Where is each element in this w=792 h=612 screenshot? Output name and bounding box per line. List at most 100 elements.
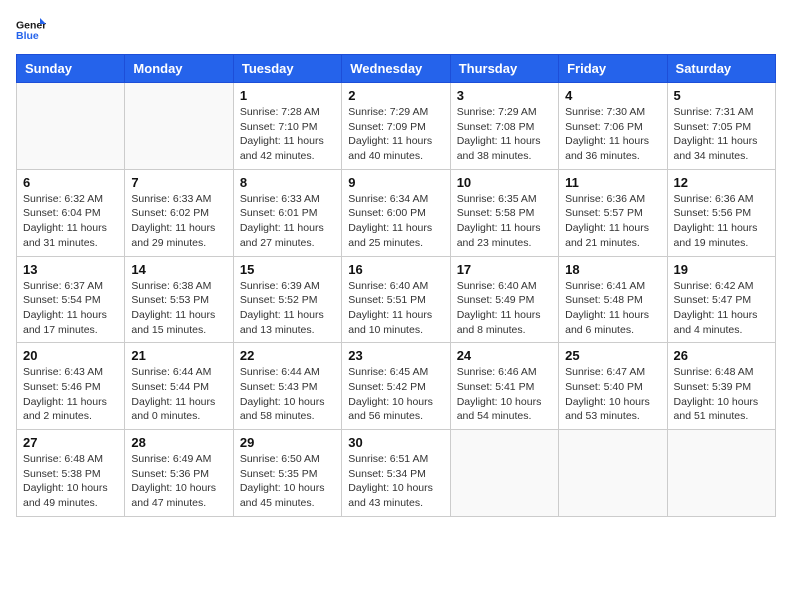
day-info: Sunrise: 7:28 AM Sunset: 7:10 PM Dayligh… (240, 105, 335, 164)
calendar-cell: 29Sunrise: 6:50 AM Sunset: 5:35 PM Dayli… (233, 430, 341, 517)
calendar-table: SundayMondayTuesdayWednesdayThursdayFrid… (16, 54, 776, 517)
weekday-header-saturday: Saturday (667, 55, 775, 83)
day-number: 20 (23, 348, 118, 363)
calendar-cell: 19 Sunrise: 6:42 AM Sunset: 5:47 PM Dayli… (667, 256, 775, 343)
day-number: 7 (131, 175, 226, 190)
day-info: Sunrise: 6:39 AM Sunset: 5:52 PM Dayligh… (240, 279, 335, 338)
calendar-cell (17, 83, 125, 170)
day-number: 5 (674, 88, 769, 103)
day-number: 11 (565, 175, 660, 190)
day-number: 1 (240, 88, 335, 103)
day-number: 22 (240, 348, 335, 363)
calendar-cell: 21 Sunrise: 6:44 AM Sunset: 5:44 PM Dayli… (125, 343, 233, 430)
day-info: Sunrise: 6:48 AM Sunset: 5:38 PM Dayligh… (23, 452, 118, 511)
day-info: Sunrise: 6:51 AM Sunset: 5:34 PM Dayligh… (348, 452, 443, 511)
day-info: Sunrise: 7:29 AM Sunset: 7:09 PM Dayligh… (348, 105, 443, 164)
day-number: 9 (348, 175, 443, 190)
weekday-header-sunday: Sunday (17, 55, 125, 83)
day-info: Sunrise: 6:37 AM Sunset: 5:54 PM Dayligh… (23, 279, 118, 338)
calendar-cell (450, 430, 558, 517)
weekday-header-wednesday: Wednesday (342, 55, 450, 83)
day-info: Sunrise: 6:41 AM Sunset: 5:48 PM Dayligh… (565, 279, 660, 338)
day-number: 19 (674, 262, 769, 277)
calendar-week-row: 13 Sunrise: 6:37 AM Sunset: 5:54 PM Dayli… (17, 256, 776, 343)
day-info: Sunrise: 6:48 AM Sunset: 5:39 PM Dayligh… (674, 365, 769, 424)
page-header: General Blue (16, 16, 776, 44)
calendar-cell: 7 Sunrise: 6:33 AM Sunset: 6:02 PM Daylig… (125, 169, 233, 256)
calendar-week-row: 20 Sunrise: 6:43 AM Sunset: 5:46 PM Dayli… (17, 343, 776, 430)
day-info: Sunrise: 7:29 AM Sunset: 7:08 PM Dayligh… (457, 105, 552, 164)
day-number: 27 (23, 435, 118, 450)
day-info: Sunrise: 6:50 AM Sunset: 5:35 PM Dayligh… (240, 452, 335, 511)
day-number: 25 (565, 348, 660, 363)
calendar-cell (125, 83, 233, 170)
calendar-cell: 26 Sunrise: 6:48 AM Sunset: 5:39 PM Dayli… (667, 343, 775, 430)
weekday-header-monday: Monday (125, 55, 233, 83)
calendar-cell: 18 Sunrise: 6:41 AM Sunset: 5:48 PM Dayli… (559, 256, 667, 343)
calendar-cell: 5 Sunrise: 7:31 AM Sunset: 7:05 PM Daylig… (667, 83, 775, 170)
day-number: 13 (23, 262, 118, 277)
calendar-cell: 3 Sunrise: 7:29 AM Sunset: 7:08 PM Daylig… (450, 83, 558, 170)
day-number: 26 (674, 348, 769, 363)
day-info: Sunrise: 6:38 AM Sunset: 5:53 PM Dayligh… (131, 279, 226, 338)
calendar-cell: 20 Sunrise: 6:43 AM Sunset: 5:46 PM Dayli… (17, 343, 125, 430)
day-info: Sunrise: 6:49 AM Sunset: 5:36 PM Dayligh… (131, 452, 226, 511)
day-info: Sunrise: 6:36 AM Sunset: 5:56 PM Dayligh… (674, 192, 769, 251)
day-info: Sunrise: 6:46 AM Sunset: 5:41 PM Dayligh… (457, 365, 552, 424)
day-number: 2 (348, 88, 443, 103)
day-info: Sunrise: 6:47 AM Sunset: 5:40 PM Dayligh… (565, 365, 660, 424)
day-info: Sunrise: 6:40 AM Sunset: 5:49 PM Dayligh… (457, 279, 552, 338)
svg-text:Blue: Blue (16, 30, 39, 42)
day-number: 15 (240, 262, 335, 277)
calendar-cell: 24 Sunrise: 6:46 AM Sunset: 5:41 PM Dayli… (450, 343, 558, 430)
day-info: Sunrise: 6:43 AM Sunset: 5:46 PM Dayligh… (23, 365, 118, 424)
day-number: 17 (457, 262, 552, 277)
calendar-cell: 17 Sunrise: 6:40 AM Sunset: 5:49 PM Dayli… (450, 256, 558, 343)
day-number: 12 (674, 175, 769, 190)
day-info: Sunrise: 6:45 AM Sunset: 5:42 PM Dayligh… (348, 365, 443, 424)
calendar-cell: 13 Sunrise: 6:37 AM Sunset: 5:54 PM Dayli… (17, 256, 125, 343)
day-number: 4 (565, 88, 660, 103)
calendar-cell: 11Sunrise: 6:36 AM Sunset: 5:57 PM Dayli… (559, 169, 667, 256)
day-info: Sunrise: 6:34 AM Sunset: 6:00 PM Dayligh… (348, 192, 443, 251)
calendar-cell: 2 Sunrise: 7:29 AM Sunset: 7:09 PM Daylig… (342, 83, 450, 170)
calendar-cell: 12 Sunrise: 6:36 AM Sunset: 5:56 PM Dayli… (667, 169, 775, 256)
day-info: Sunrise: 7:31 AM Sunset: 7:05 PM Dayligh… (674, 105, 769, 164)
weekday-header-row: SundayMondayTuesdayWednesdayThursdayFrid… (17, 55, 776, 83)
calendar-cell: 25 Sunrise: 6:47 AM Sunset: 5:40 PM Dayli… (559, 343, 667, 430)
day-info: Sunrise: 6:33 AM Sunset: 6:02 PM Dayligh… (131, 192, 226, 251)
calendar-cell: 27 Sunrise: 6:48 AM Sunset: 5:38 PM Dayli… (17, 430, 125, 517)
day-number: 23 (348, 348, 443, 363)
day-info: Sunrise: 6:42 AM Sunset: 5:47 PM Dayligh… (674, 279, 769, 338)
calendar-cell: 9 Sunrise: 6:34 AM Sunset: 6:00 PM Daylig… (342, 169, 450, 256)
day-info: Sunrise: 6:44 AM Sunset: 5:44 PM Dayligh… (131, 365, 226, 424)
day-number: 8 (240, 175, 335, 190)
day-number: 18 (565, 262, 660, 277)
day-number: 10 (457, 175, 552, 190)
day-number: 28 (131, 435, 226, 450)
day-number: 24 (457, 348, 552, 363)
day-info: Sunrise: 6:44 AM Sunset: 5:43 PM Dayligh… (240, 365, 335, 424)
weekday-header-thursday: Thursday (450, 55, 558, 83)
day-info: Sunrise: 6:33 AM Sunset: 6:01 PM Dayligh… (240, 192, 335, 251)
calendar-week-row: 1 Sunrise: 7:28 AM Sunset: 7:10 PM Daylig… (17, 83, 776, 170)
calendar-cell (559, 430, 667, 517)
day-info: Sunrise: 6:32 AM Sunset: 6:04 PM Dayligh… (23, 192, 118, 251)
day-number: 21 (131, 348, 226, 363)
day-number: 14 (131, 262, 226, 277)
calendar-cell: 23 Sunrise: 6:45 AM Sunset: 5:42 PM Dayli… (342, 343, 450, 430)
day-info: Sunrise: 6:40 AM Sunset: 5:51 PM Dayligh… (348, 279, 443, 338)
calendar-cell: 16Sunrise: 6:40 AM Sunset: 5:51 PM Dayli… (342, 256, 450, 343)
logo-icon: General Blue (16, 16, 46, 44)
calendar-cell: 28 Sunrise: 6:49 AM Sunset: 5:36 PM Dayli… (125, 430, 233, 517)
day-info: Sunrise: 7:30 AM Sunset: 7:06 PM Dayligh… (565, 105, 660, 164)
calendar-cell: 4 Sunrise: 7:30 AM Sunset: 7:06 PM Daylig… (559, 83, 667, 170)
calendar-cell: 1 Sunrise: 7:28 AM Sunset: 7:10 PM Daylig… (233, 83, 341, 170)
day-number: 6 (23, 175, 118, 190)
calendar-cell: 10Sunrise: 6:35 AM Sunset: 5:58 PM Dayli… (450, 169, 558, 256)
calendar-cell (667, 430, 775, 517)
weekday-header-friday: Friday (559, 55, 667, 83)
day-number: 3 (457, 88, 552, 103)
calendar-cell: 8 Sunrise: 6:33 AM Sunset: 6:01 PM Daylig… (233, 169, 341, 256)
calendar-cell: 22 Sunrise: 6:44 AM Sunset: 5:43 PM Dayli… (233, 343, 341, 430)
